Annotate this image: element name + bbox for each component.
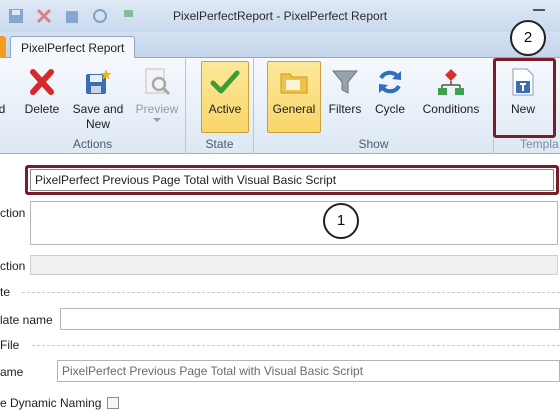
template-group-label: Templa <box>520 137 559 151</box>
preview-button-label: Preview <box>135 102 179 116</box>
actions-group: d Delete Save and New Preview Actions <box>0 58 186 154</box>
template-name-input[interactable] <box>60 308 560 330</box>
template-name-label: late name <box>0 313 53 327</box>
tab-pixelperfect-report[interactable]: PixelPerfect Report <box>10 36 136 59</box>
file-section-divider <box>32 345 560 346</box>
load-button[interactable]: d <box>0 62 12 136</box>
active-button-label: Active <box>208 102 242 116</box>
title-bar: PixelPerfectReport - PixelPerfect Report <box>0 0 560 32</box>
dynamic-naming-label: e Dynamic Naming <box>0 396 102 410</box>
save-and-new-label-line1: Save and <box>72 102 124 116</box>
delete-x-icon <box>30 69 54 95</box>
callout-badge-1: 1 <box>323 203 359 239</box>
delete-button[interactable]: Delete <box>20 62 64 136</box>
filters-button[interactable]: Filters <box>326 62 364 136</box>
ribbon: d Delete Save and New Preview Actions Ac… <box>0 58 560 154</box>
dynamic-naming-checkbox[interactable] <box>107 397 119 409</box>
ribbon-tab-row: PixelPerfect Report <box>0 32 560 59</box>
state-group-label: State <box>205 137 234 151</box>
filters-button-label: Filters <box>328 102 362 116</box>
delete-button-label: Delete <box>24 102 60 116</box>
callout-badge-2: 2 <box>510 20 546 56</box>
general-button-label: General <box>272 102 316 116</box>
file-section-label: File <box>0 338 20 352</box>
file-name-label: ame <box>0 365 24 379</box>
template-section-label: te <box>0 285 11 299</box>
cycle-arrows-icon <box>379 70 401 94</box>
preview-magnifier-icon <box>145 68 171 96</box>
save-and-new-label-line2: New <box>85 117 110 131</box>
file-name-input[interactable] <box>57 360 560 382</box>
file-tab[interactable] <box>0 36 6 58</box>
save-and-new-icon <box>86 69 112 94</box>
callout-box-name <box>25 165 559 195</box>
callout-box-new <box>493 58 556 138</box>
criteria-field <box>30 255 558 275</box>
preview-button[interactable]: Preview <box>132 62 182 136</box>
conditions-tree-icon <box>438 69 464 95</box>
conditions-button-label: Conditions <box>422 102 480 116</box>
conditions-button[interactable]: Conditions <box>416 62 486 136</box>
minimize-button[interactable] <box>524 0 554 18</box>
active-toggle-button[interactable]: Active <box>201 61 249 133</box>
minimize-icon <box>533 9 545 11</box>
cycle-button[interactable]: Cycle <box>370 62 410 136</box>
checkmark-icon <box>210 70 240 94</box>
description-textarea[interactable] <box>30 201 558 245</box>
description-label: ction <box>0 206 26 220</box>
cycle-button-label: Cycle <box>374 102 405 116</box>
criteria-label: ction <box>0 259 26 273</box>
load-button-label: d <box>0 102 6 116</box>
show-group: General Filters Cycle Conditions Show <box>254 58 494 154</box>
preview-dropdown-icon[interactable] <box>153 118 161 122</box>
save-and-new-button[interactable]: Save and New <box>70 62 126 136</box>
window-title: PixelPerfectReport - PixelPerfect Report <box>172 9 388 23</box>
general-button[interactable]: General <box>267 61 321 133</box>
actions-group-label: Actions <box>72 137 113 151</box>
template-section-divider <box>22 292 560 293</box>
funnel-icon <box>331 70 359 94</box>
show-group-label: Show <box>358 137 389 151</box>
general-folder-icon <box>280 73 308 94</box>
state-group: Active State <box>186 58 254 154</box>
